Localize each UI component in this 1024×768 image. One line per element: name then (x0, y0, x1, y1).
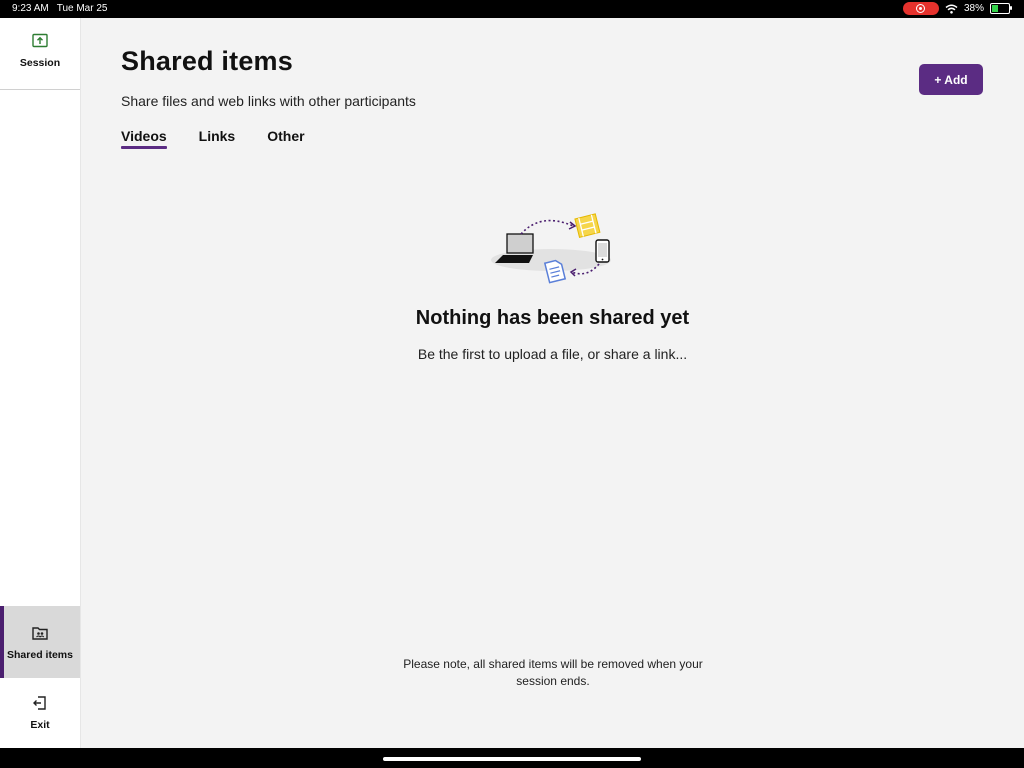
shared-folder-icon (31, 624, 49, 642)
battery-charging-icon (990, 3, 1012, 14)
battery-percent: 38% (963, 3, 984, 14)
upload-icon (31, 32, 49, 50)
sidebar-item-session[interactable]: Session (0, 32, 80, 90)
laptop-icon (495, 233, 534, 263)
sidebar: Session Shared items Exit (0, 18, 81, 748)
tab-bar: Videos Links Other (121, 128, 305, 149)
page-title: Shared items (121, 46, 293, 76)
tab-other[interactable]: Other (267, 128, 304, 148)
home-indicator[interactable] (383, 757, 641, 761)
page-subtitle: Share files and web links with other par… (121, 93, 416, 109)
session-note: Please note, all shared items will be re… (403, 657, 703, 688)
empty-state-illustration (491, 213, 611, 284)
empty-state-message: Be the first to upload a file, or share … (417, 346, 688, 362)
wifi-icon (945, 4, 958, 14)
tab-videos[interactable]: Videos (121, 128, 167, 149)
exit-icon (31, 694, 49, 712)
sidebar-item-exit[interactable]: Exit (0, 694, 80, 734)
main-content: Shared items Share files and web links w… (81, 18, 1024, 748)
status-bar: 9:23 AM Tue Mar 25 38% (0, 0, 1024, 18)
sidebar-item-label: Session (19, 57, 61, 69)
add-button[interactable]: + Add (919, 64, 983, 95)
active-indicator (0, 606, 4, 678)
phone-icon (595, 239, 610, 263)
sidebar-item-shared-items[interactable]: Shared items (0, 606, 80, 678)
film-icon (574, 213, 601, 238)
status-date: Tue Mar 25 (56, 3, 108, 14)
sidebar-item-label: Exit (30, 719, 50, 731)
screen-recording-icon (902, 2, 939, 15)
home-bar (0, 748, 1024, 768)
status-time: 9:23 AM (12, 3, 49, 14)
tab-links[interactable]: Links (199, 128, 236, 148)
empty-state-title: Nothing has been shared yet (415, 307, 690, 329)
sidebar-item-label: Shared items (7, 649, 73, 661)
